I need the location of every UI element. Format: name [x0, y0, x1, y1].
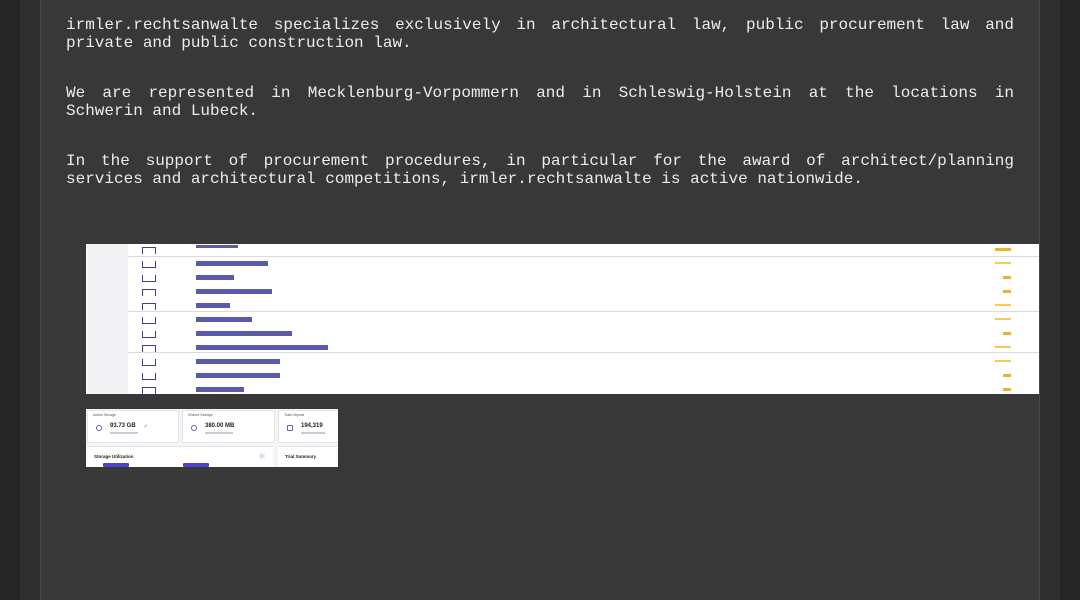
legend-chip	[183, 463, 209, 467]
item-name-blur	[196, 289, 272, 294]
flag-icon	[995, 360, 1011, 362]
panel-title: Trial Summary	[285, 454, 317, 459]
checkbox-icon	[142, 261, 156, 268]
item-name-blur	[196, 373, 280, 378]
checkbox-icon	[142, 387, 156, 394]
checkbox-icon	[142, 289, 156, 296]
item-name-blur	[196, 245, 238, 248]
flag-icon	[995, 262, 1011, 264]
page: irmler.rechtsanwalte specializes exclusi…	[0, 0, 1080, 600]
list-item	[128, 328, 1039, 342]
list-screenshot-image[interactable]	[86, 244, 1039, 394]
info-icon: i	[259, 453, 265, 459]
checkbox-icon	[142, 303, 156, 310]
flag-icon	[1003, 290, 1011, 293]
row-divider	[128, 352, 1039, 353]
stat-value: 194,319	[301, 423, 323, 429]
stat-card-total-objects: Total Objects 194,319	[278, 410, 338, 443]
item-name-blur	[196, 345, 328, 350]
flag-icon	[995, 304, 1011, 306]
checkbox-icon	[142, 317, 156, 324]
checkbox-icon	[142, 373, 156, 380]
stat-card-shared-storage: Shared Storage 380.00 MB	[182, 410, 275, 443]
flag-icon	[1003, 388, 1011, 391]
trial-summary-panel: Trial Summary	[278, 446, 337, 467]
paragraph-procurement: In the support of procurement procedures…	[66, 152, 1014, 188]
stat-value: 380.00 MB	[205, 423, 235, 429]
panel-title: Storage Utilization	[94, 454, 134, 459]
stat-label: Total Objects	[284, 413, 305, 417]
flag-icon	[995, 318, 1011, 320]
paragraph-intro: irmler.rechtsanwalte specializes exclusi…	[66, 16, 1014, 52]
stat-subtext-blur	[301, 432, 325, 434]
stat-subtext-blur	[110, 432, 138, 434]
item-name-blur	[196, 261, 268, 266]
flag-icon	[1003, 332, 1011, 335]
stat-label: Active Storage	[93, 413, 116, 417]
item-name-blur	[196, 359, 280, 364]
paragraph-locations: We are represented in Mecklenburg-Vorpom…	[66, 84, 1014, 120]
list-item	[128, 314, 1039, 328]
list-item	[128, 342, 1039, 356]
row-divider	[128, 311, 1039, 312]
cloud-icon	[96, 425, 102, 431]
list-gutter	[86, 244, 128, 394]
checkbox-icon	[142, 247, 156, 254]
flag-icon	[995, 346, 1011, 348]
checkbox-icon	[142, 359, 156, 366]
list-item	[128, 384, 1039, 394]
stat-subtext-blur	[205, 432, 233, 434]
item-name-blur	[196, 317, 252, 322]
checkbox-icon	[142, 275, 156, 282]
file-icon	[287, 425, 293, 431]
stat-label: Shared Storage	[188, 413, 213, 417]
flag-icon	[1003, 276, 1011, 279]
cloud-icon	[191, 425, 197, 431]
checkbox-icon	[142, 345, 156, 352]
item-name-blur	[196, 387, 244, 392]
item-name-blur	[196, 331, 292, 336]
legend-chip	[103, 463, 129, 467]
row-divider	[128, 256, 1039, 257]
list-item	[128, 258, 1039, 272]
stat-value: 93.73 GB	[110, 423, 136, 429]
item-name-blur	[196, 275, 234, 280]
storage-utilization-panel: Storage Utilization i	[87, 446, 273, 467]
checkbox-icon	[142, 331, 156, 338]
dashboard-screenshot-image[interactable]: Active Storage 93.73 GB ↗ Shared Storage…	[86, 409, 338, 467]
flag-icon	[995, 248, 1011, 251]
flag-icon	[1003, 374, 1011, 377]
stat-card-active-storage: Active Storage 93.73 GB ↗	[87, 410, 179, 443]
list-item	[128, 370, 1039, 384]
list-item	[128, 272, 1039, 286]
list-item	[128, 356, 1039, 370]
item-name-blur	[196, 303, 230, 308]
trend-up-icon: ↗	[143, 424, 148, 430]
list-item	[128, 286, 1039, 300]
